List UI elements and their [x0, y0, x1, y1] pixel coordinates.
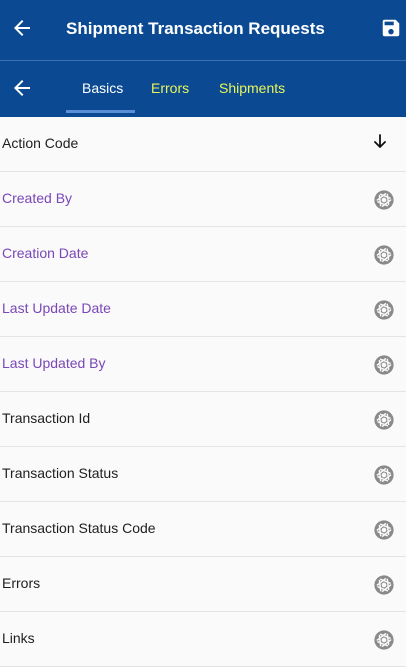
aperture-icon[interactable]: [373, 189, 395, 211]
list-item[interactable]: Transaction Status Code: [0, 502, 406, 557]
field-label: Creation Date: [2, 245, 89, 261]
tab-errors[interactable]: Errors: [151, 80, 189, 96]
app-header: Shipment Transaction Requests: [0, 0, 406, 60]
arrow-left-icon[interactable]: [10, 76, 34, 100]
aperture-icon[interactable]: [373, 574, 395, 596]
tab-shipments[interactable]: Shipments: [219, 80, 285, 96]
list-item[interactable]: Last Updated By: [0, 337, 406, 392]
list-item[interactable]: Transaction Id: [0, 392, 406, 447]
list-item[interactable]: Creation Date: [0, 227, 406, 282]
active-tab-indicator: [66, 110, 135, 113]
arrow-left-icon[interactable]: [10, 16, 34, 40]
field-label: Errors: [2, 575, 41, 591]
field-label: Created By: [2, 190, 73, 206]
field-label: Action Code: [2, 135, 79, 151]
list-item[interactable]: Links: [0, 612, 406, 667]
page-title: Shipment Transaction Requests: [66, 19, 325, 38]
field-label: Transaction Status: [2, 465, 119, 481]
tab-basics[interactable]: Basics: [82, 80, 123, 96]
aperture-icon[interactable]: [373, 519, 395, 541]
list-item[interactable]: Transaction Status: [0, 447, 406, 502]
field-list: Action Code Created By Creation Date Las…: [0, 117, 406, 667]
field-label: Last Update Date: [2, 300, 111, 316]
save-icon[interactable]: [380, 17, 402, 39]
list-item[interactable]: Created By: [0, 172, 406, 227]
tab-bar: Basics Errors Shipments: [0, 60, 406, 117]
list-item[interactable]: Action Code: [0, 117, 406, 172]
aperture-icon[interactable]: [373, 629, 395, 651]
aperture-icon[interactable]: [373, 464, 395, 486]
field-label: Transaction Status Code: [2, 520, 156, 536]
list-item[interactable]: Last Update Date: [0, 282, 406, 337]
field-label: Transaction Id: [2, 410, 91, 426]
field-label: Last Updated By: [2, 355, 106, 371]
aperture-icon[interactable]: [373, 409, 395, 431]
aperture-icon[interactable]: [373, 244, 395, 266]
aperture-icon[interactable]: [373, 354, 395, 376]
field-label: Links: [2, 630, 35, 646]
list-item[interactable]: Errors: [0, 557, 406, 612]
sort-down-arrow-icon[interactable]: [372, 132, 388, 152]
aperture-icon[interactable]: [373, 299, 395, 321]
